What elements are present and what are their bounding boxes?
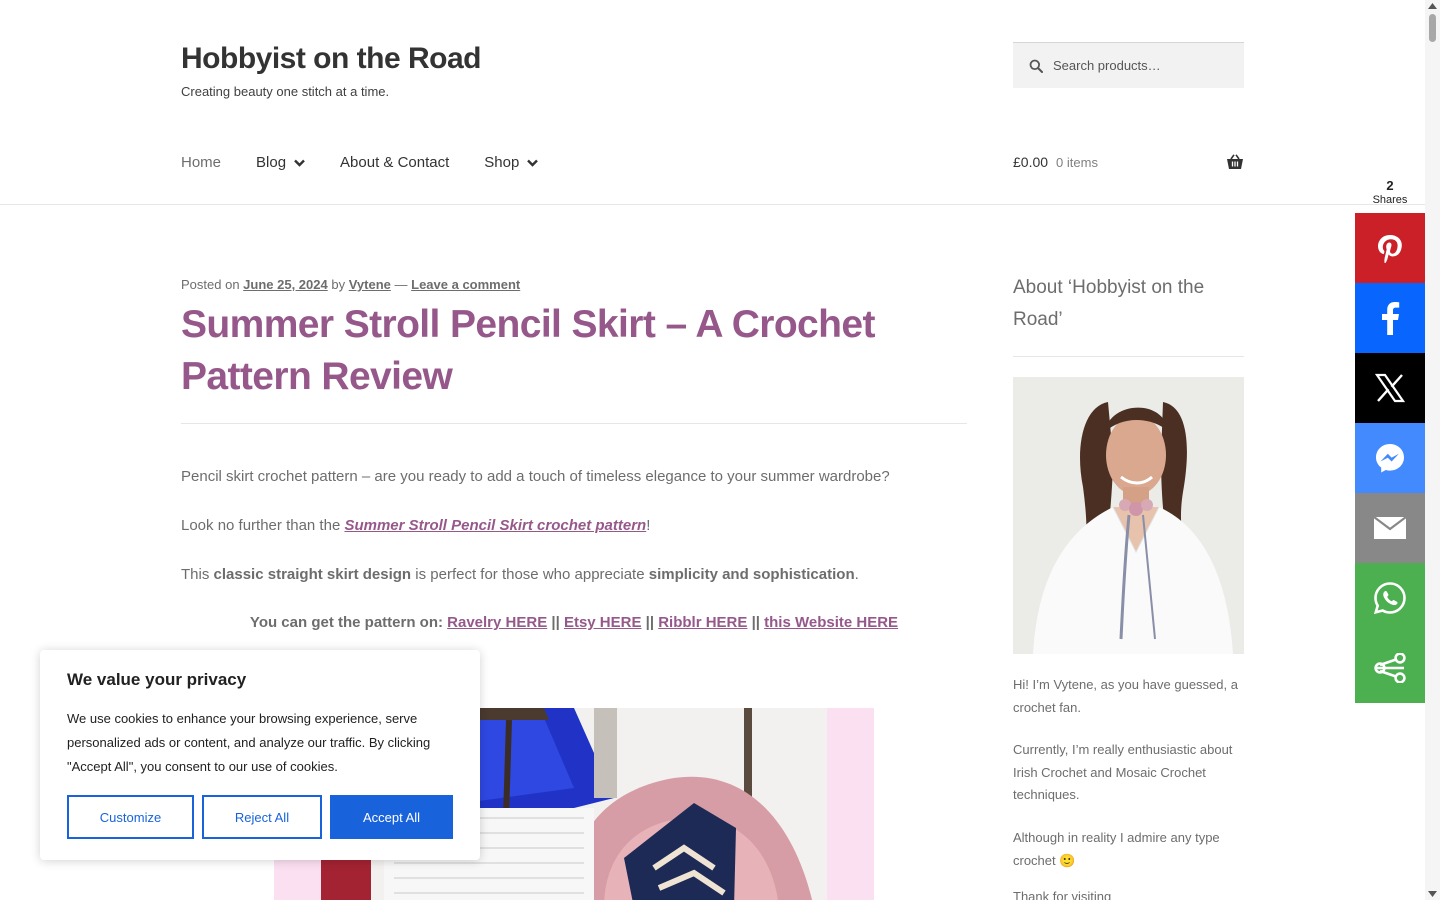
cookie-banner-text: We use cookies to enhance your browsing …: [67, 711, 431, 774]
get-pattern-line: You can get the pattern on: Ravelry HERE…: [181, 614, 967, 631]
paragraph-text: !: [646, 517, 651, 534]
email-icon: [1373, 516, 1407, 539]
paragraph-text: is perfect for those who appreciate: [411, 566, 649, 583]
share-icon: [1374, 653, 1406, 683]
leave-comment-link[interactable]: Leave a comment: [411, 277, 520, 292]
scroll-up-arrow-icon[interactable]: [1428, 3, 1437, 9]
design-paragraph: This classic straight skirt design is pe…: [181, 566, 859, 583]
paragraph-text: This: [181, 566, 214, 583]
cookie-consent-banner: We value your privacy We use cookies to …: [40, 650, 480, 860]
chevron-down-icon: [527, 159, 539, 167]
messenger-share-button[interactable]: [1355, 423, 1425, 493]
email-share-button[interactable]: [1355, 493, 1425, 563]
separator: ||: [547, 614, 564, 631]
x-share-button[interactable]: [1355, 353, 1425, 423]
accept-all-button[interactable]: Accept All: [330, 795, 453, 839]
paragraph-text: .: [854, 566, 859, 583]
separator: ||: [747, 614, 765, 631]
bold-text: simplicity and sophistication: [648, 566, 855, 583]
reject-all-button[interactable]: Reject All: [202, 795, 322, 839]
nav-item-about-contact[interactable]: About & Contact: [340, 154, 449, 171]
x-icon: [1375, 373, 1405, 403]
page-scrollbar[interactable]: [1425, 0, 1440, 900]
site-tagline: Creating beauty one stitch at a time.: [181, 84, 390, 99]
about-paragraph: Although in reality I admire any type cr…: [1013, 830, 1220, 868]
product-search[interactable]: [1013, 42, 1244, 88]
about-widget-title: About ‘Hobbyist on the Road’: [1013, 277, 1205, 330]
search-input[interactable]: [1051, 57, 1235, 74]
nav-item-label: Blog: [256, 154, 287, 171]
separator: ||: [641, 614, 659, 631]
etsy-link[interactable]: Etsy HERE: [564, 614, 642, 631]
post-meta: Posted on June 25, 2024 by Vytene — Leav…: [181, 277, 520, 292]
by-label: by: [331, 277, 346, 292]
pattern-link-paragraph: Look no further than the Summer Stroll P…: [181, 517, 650, 534]
share-count-number: 2: [1386, 178, 1394, 193]
nav-item-label: About & Contact: [340, 154, 450, 171]
more-share-button[interactable]: [1355, 633, 1425, 703]
ribblr-link[interactable]: Ribblr HERE: [658, 614, 747, 631]
about-paragraph: Currently, I’m really enthusiastic about…: [1013, 742, 1233, 802]
primary-nav: Home Blog About & Contact Shop: [181, 154, 573, 171]
nav-item-label: Shop: [484, 154, 520, 171]
whatsapp-icon: [1373, 582, 1406, 615]
cookie-banner-title: We value your privacy: [67, 670, 247, 689]
author-link[interactable]: Vytene: [349, 277, 391, 292]
basket-icon: [1227, 154, 1243, 169]
nav-item-home[interactable]: Home: [181, 154, 221, 171]
about-paragraph: Thank for visiting: [1013, 889, 1112, 900]
chevron-down-icon: [294, 159, 305, 167]
whatsapp-share-button[interactable]: [1355, 563, 1425, 633]
scrollbar-thumb[interactable]: [1429, 14, 1436, 42]
pinterest-share-button[interactable]: [1355, 213, 1425, 283]
share-count-label: Shares: [1372, 194, 1408, 206]
portrait-photo: [1013, 377, 1244, 654]
cart-count: 0 items: [1056, 154, 1098, 170]
post-title[interactable]: Summer Stroll Pencil Skirt – A Crochet P…: [181, 299, 971, 403]
intro-paragraph: Pencil skirt crochet pattern – are you r…: [181, 468, 890, 485]
scroll-down-arrow-icon[interactable]: [1428, 891, 1437, 897]
posted-on-label: Posted on: [181, 277, 240, 292]
website-link[interactable]: this Website HERE: [764, 614, 898, 631]
header-divider: [0, 204, 1425, 205]
nav-item-blog[interactable]: Blog: [256, 154, 305, 171]
messenger-icon: [1376, 444, 1404, 473]
site-title[interactable]: Hobbyist on the Road: [181, 42, 482, 76]
author-portrait: [1013, 377, 1244, 654]
nav-item-shop[interactable]: Shop: [484, 154, 539, 171]
facebook-share-button[interactable]: [1355, 283, 1425, 353]
title-divider: [181, 423, 967, 424]
about-paragraph: Hi! I’m Vytene, as you have guessed, a c…: [1013, 677, 1238, 715]
bold-text: classic straight skirt design: [213, 566, 412, 583]
get-pattern-label: You can get the pattern on:: [249, 614, 448, 631]
paragraph-text: Look no further than the: [181, 517, 345, 534]
customize-button[interactable]: Customize: [67, 795, 194, 839]
cart-link[interactable]: £0.00 0 items: [1013, 154, 1244, 170]
search-icon: [1029, 59, 1043, 73]
nav-item-label: Home: [181, 154, 222, 171]
pinterest-icon: [1378, 235, 1402, 263]
facebook-icon: [1382, 302, 1400, 335]
ravelry-link[interactable]: Ravelry HERE: [447, 614, 547, 631]
share-count: 2 Shares: [1355, 178, 1425, 206]
post-date-link[interactable]: June 25, 2024: [243, 277, 328, 292]
about-divider: [1013, 356, 1244, 357]
pattern-link[interactable]: Summer Stroll Pencil Skirt crochet patte…: [344, 517, 646, 534]
page: Hobbyist on the Road Creating beauty one…: [0, 0, 1425, 900]
cart-amount: £0.00: [1013, 154, 1049, 170]
meta-dash: —: [394, 277, 408, 292]
